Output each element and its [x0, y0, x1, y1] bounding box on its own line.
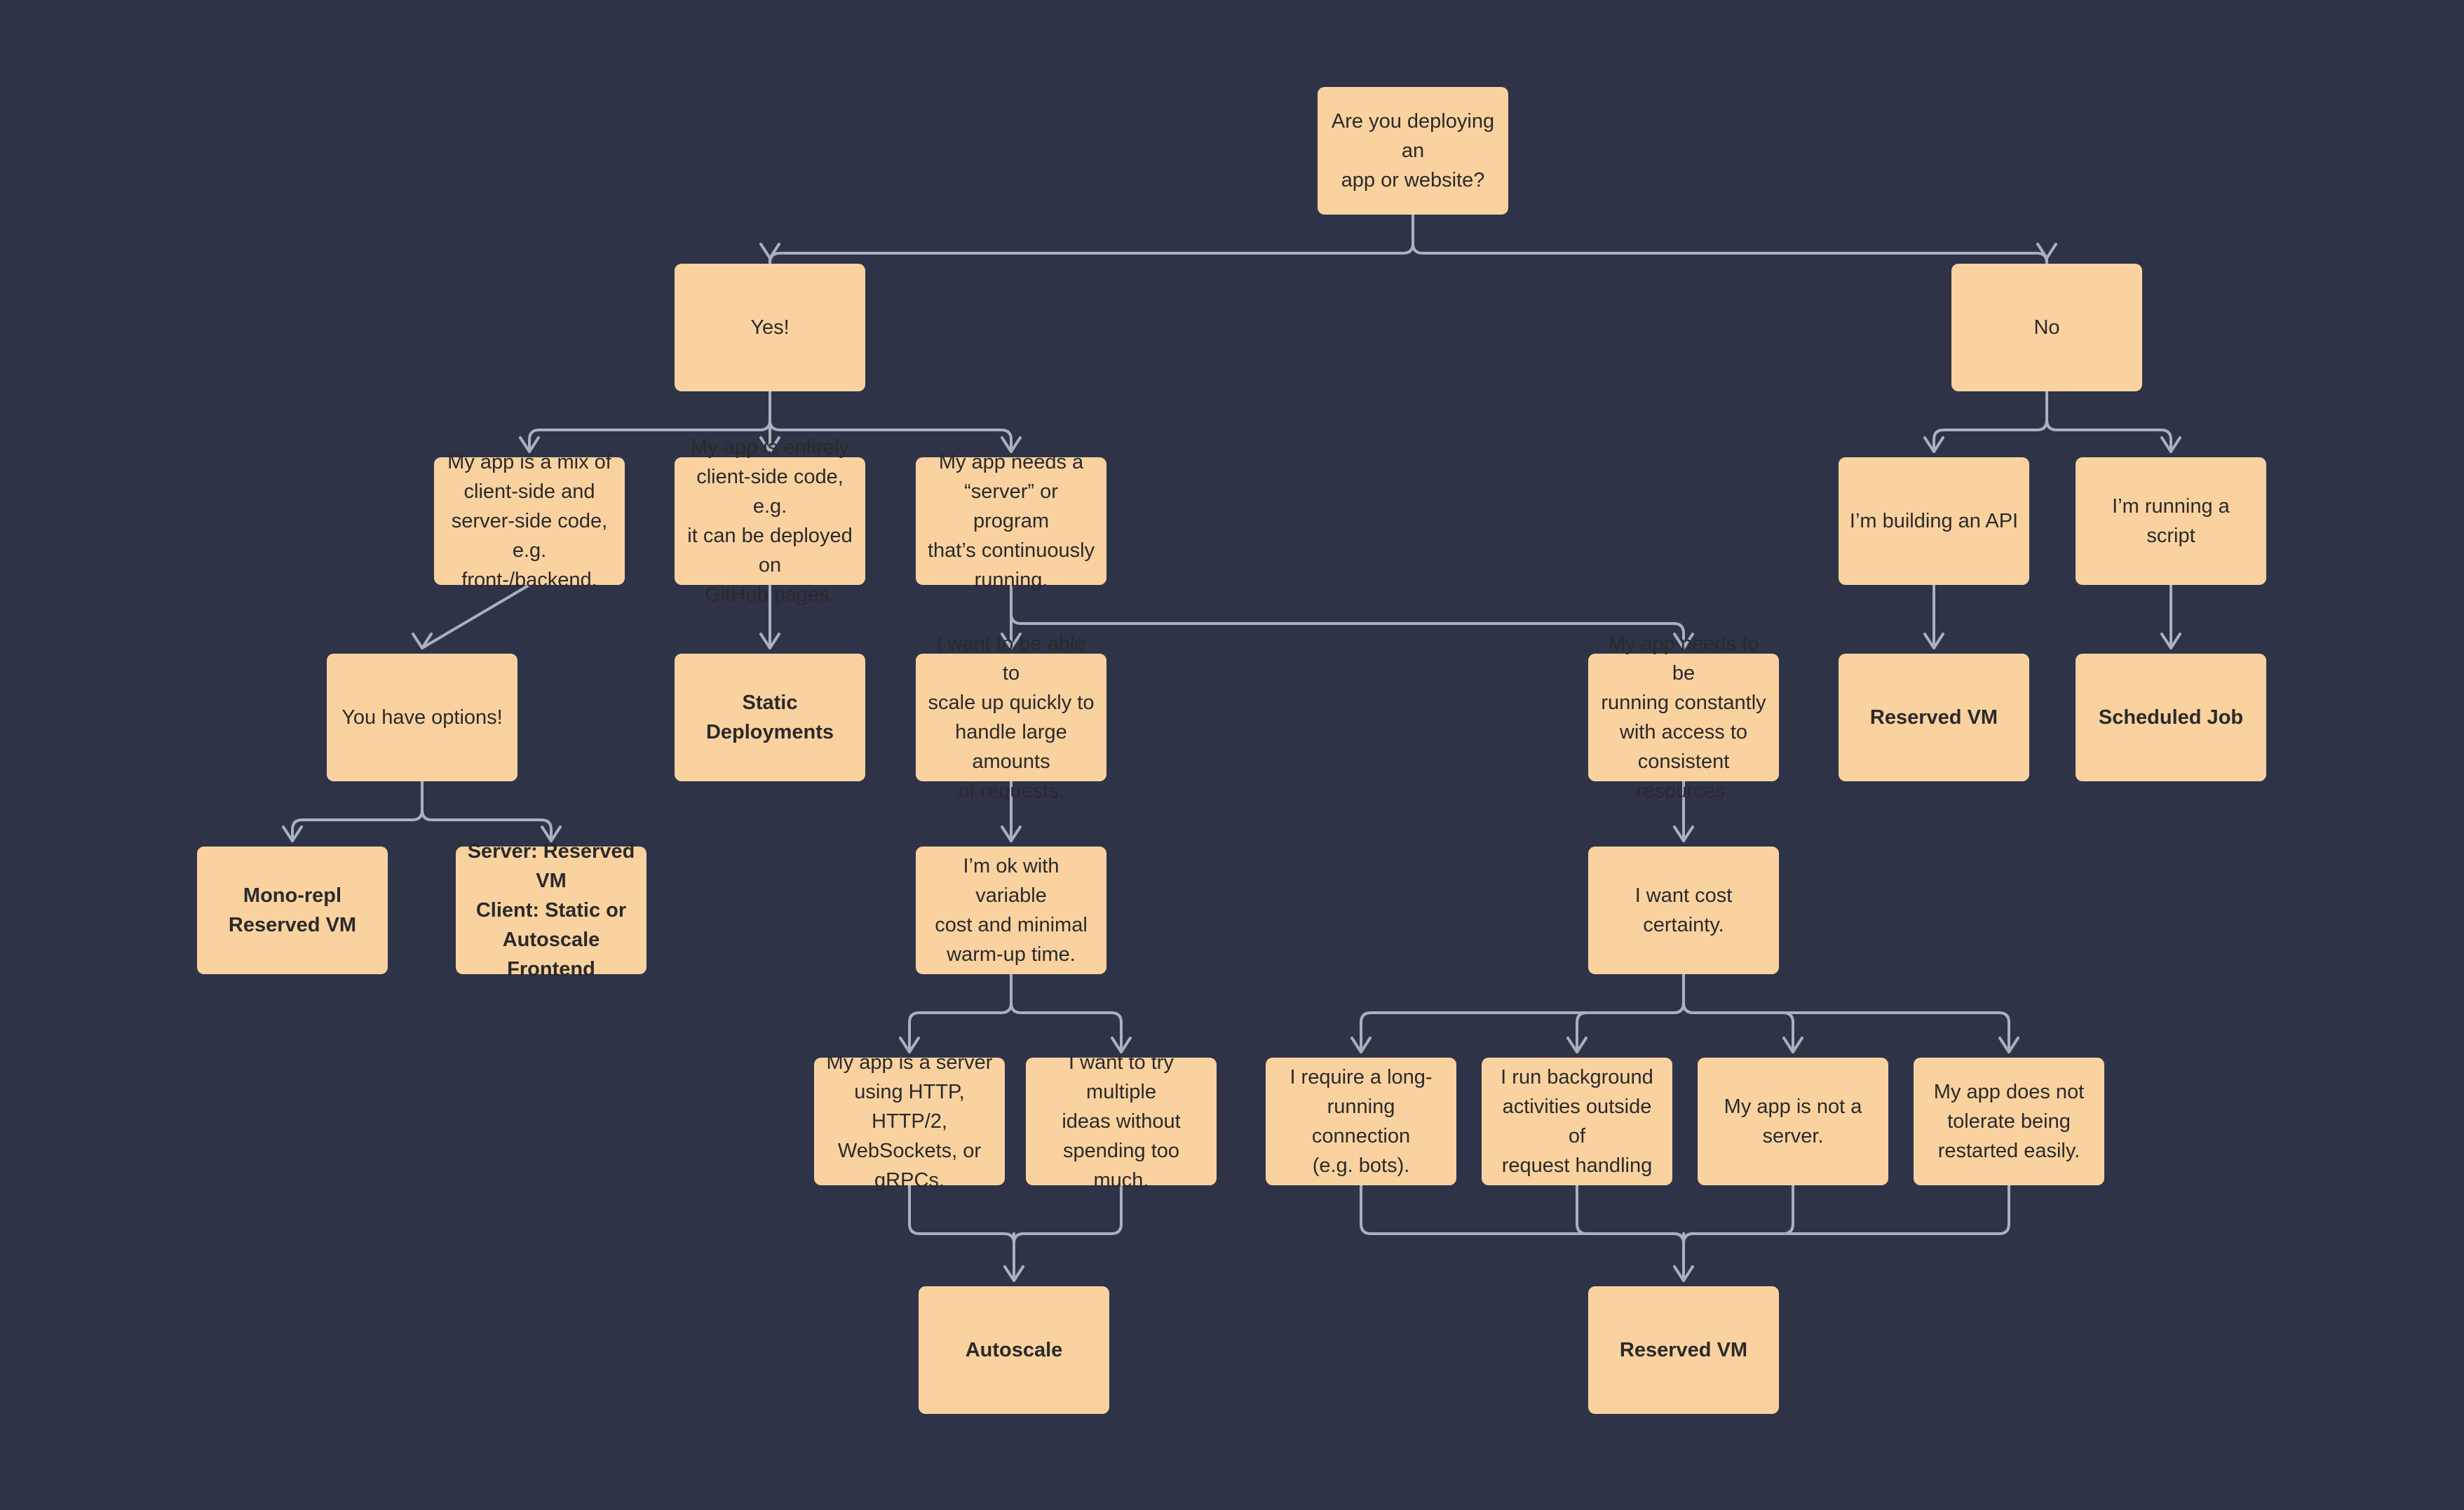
flowchart-node-longrunning: I require a long- running connection (e.… [1266, 1058, 1456, 1185]
flowchart-node-no: No [1951, 264, 2142, 391]
flowchart-node-label: I’m ok with variable cost and minimal wa… [935, 854, 1088, 966]
flowchart-node-label: Are you deploying an app or website? [1331, 109, 1495, 192]
flowchart-node-label: I want to be able to scale up quickly to… [928, 632, 1095, 803]
flowchart-node-label: I want cost certainty. [1634, 884, 1733, 936]
flowchart-node-label: No [2033, 316, 2060, 339]
flowchart-node-mix: My app is a mix of client-side and serve… [434, 451, 625, 591]
flowchart-node-notaserver: My app is not a server. [1698, 1058, 1888, 1185]
flowchart-node-reservedvm_end: Reserved VM [1588, 1286, 1779, 1414]
flowchart-node-label: My app is a mix of client-side and serve… [447, 450, 611, 592]
flowchart-node-label: My app is not a server. [1724, 1095, 1862, 1147]
flowchart-node-label: Server: Reserved VM Client: Static or Au… [467, 840, 635, 981]
flowchart-node-variablecost: I’m ok with variable cost and minimal wa… [916, 847, 1106, 974]
flowchart-node-constant: My app needs to be running constantly wi… [1588, 633, 1779, 802]
flowchart-node-norestart: My app does not tolerate being restarted… [1914, 1058, 2104, 1185]
flowchart-node-options: You have options! [327, 654, 517, 781]
flowchart-node-label: Mono-repl Reserved VM [228, 884, 357, 936]
flowchart-node-label: My app needs a “server” or program that’… [927, 450, 1095, 592]
flowchart-node-api: I’m building an API [1839, 457, 2029, 585]
flowchart-node-staticdeploy: Static Deployments [675, 654, 865, 781]
flowchart-node-label: You have options! [341, 706, 503, 729]
flowchart-node-multipleideas: I want to try multiple ideas without spe… [1026, 1051, 1217, 1192]
flowchart-node-scheduledjob: Scheduled Job [2076, 654, 2266, 781]
flowchart-node-label: My app does not tolerate being restarted… [1933, 1080, 2085, 1163]
flowchart-node-scaleup: I want to be able to scale up quickly to… [916, 633, 1106, 802]
flowchart-node-label: I run background activities outside of r… [1501, 1065, 1653, 1178]
flowchart-node-yes: Yes! [675, 264, 865, 391]
flowchart-node-label: Yes! [750, 316, 790, 339]
flowchart-node-root: Are you deploying an app or website? [1318, 87, 1508, 215]
flowchart-node-background: I run background activities outside of r… [1482, 1058, 1672, 1185]
flowchart-node-label: My app is a server using HTTP, HTTP/2, W… [826, 1051, 993, 1192]
flowchart-node-monorepl: Mono-repl Reserved VM [197, 847, 388, 974]
flowchart-node-label: I’m running a script [2112, 494, 2230, 547]
flowchart-node-label: My app needs to be running constantly wi… [1601, 632, 1766, 803]
flowchart-node-reservedvm_api: Reserved VM [1839, 654, 2029, 781]
flowchart-node-label: Autoscale [965, 1338, 1063, 1361]
flowchart-node-label: I’m building an API [1849, 509, 2019, 532]
flowchart-node-label: Static Deployments [705, 691, 834, 743]
flowchart-node-label: Reserved VM [1619, 1338, 1748, 1361]
flowchart-node-serverprog: My app needs a “server” or program that’… [916, 451, 1106, 591]
flowchart-node-clientonly: My app is entirely client-side code, e.g… [675, 436, 865, 606]
flowchart-node-costcertainty: I want cost certainty. [1588, 847, 1779, 974]
flowchart-canvas: Are you deploying an app or website? Yes!… [0, 0, 2464, 1510]
flowchart-node-label: I require a long- running connection (e.… [1289, 1065, 1433, 1178]
flowchart-node-label: My app is entirely client-side code, e.g… [687, 436, 853, 607]
flowchart-node-httpserver: My app is a server using HTTP, HTTP/2, W… [814, 1051, 1005, 1192]
flowchart-node-label: Scheduled Job [2098, 706, 2244, 729]
flowchart-node-label: Reserved VM [1869, 706, 1998, 729]
flowchart-node-script: I’m running a script [2076, 457, 2266, 585]
flowchart-node-autoscale: Autoscale [919, 1286, 1109, 1414]
flowchart-node-serverclient: Server: Reserved VM Client: Static or Au… [456, 840, 647, 980]
flowchart-node-label: I want to try multiple ideas without spe… [1062, 1051, 1181, 1192]
